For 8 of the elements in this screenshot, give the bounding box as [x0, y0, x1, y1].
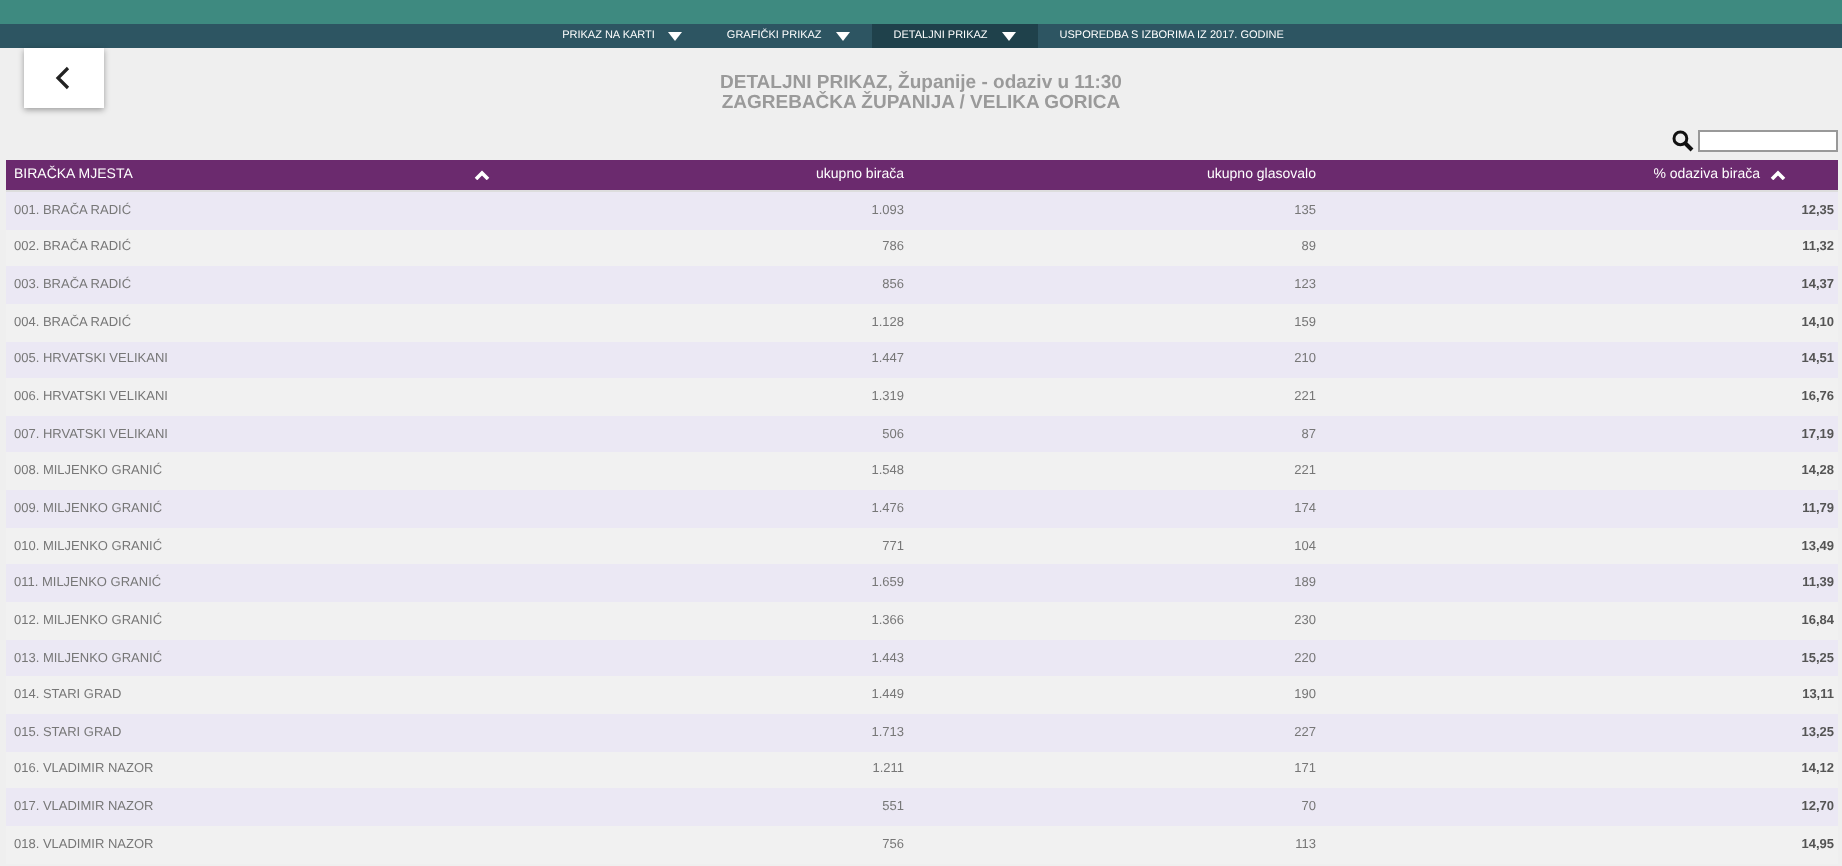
page-subtitle: ZAGREBAČKA ŽUPANIJA / VELIKA GORICA	[721, 94, 1121, 114]
search-field[interactable]	[1698, 130, 1838, 152]
chevron-left-icon	[54, 66, 74, 90]
page-title: DETALJNI PRIKAZ, Županije - odaziv u 11:30	[720, 74, 1122, 94]
sort-up-icon[interactable]	[474, 170, 490, 180]
back-button[interactable]	[24, 48, 104, 108]
sort-up-icon[interactable]	[1770, 170, 1786, 180]
search-icon	[1672, 130, 1694, 152]
